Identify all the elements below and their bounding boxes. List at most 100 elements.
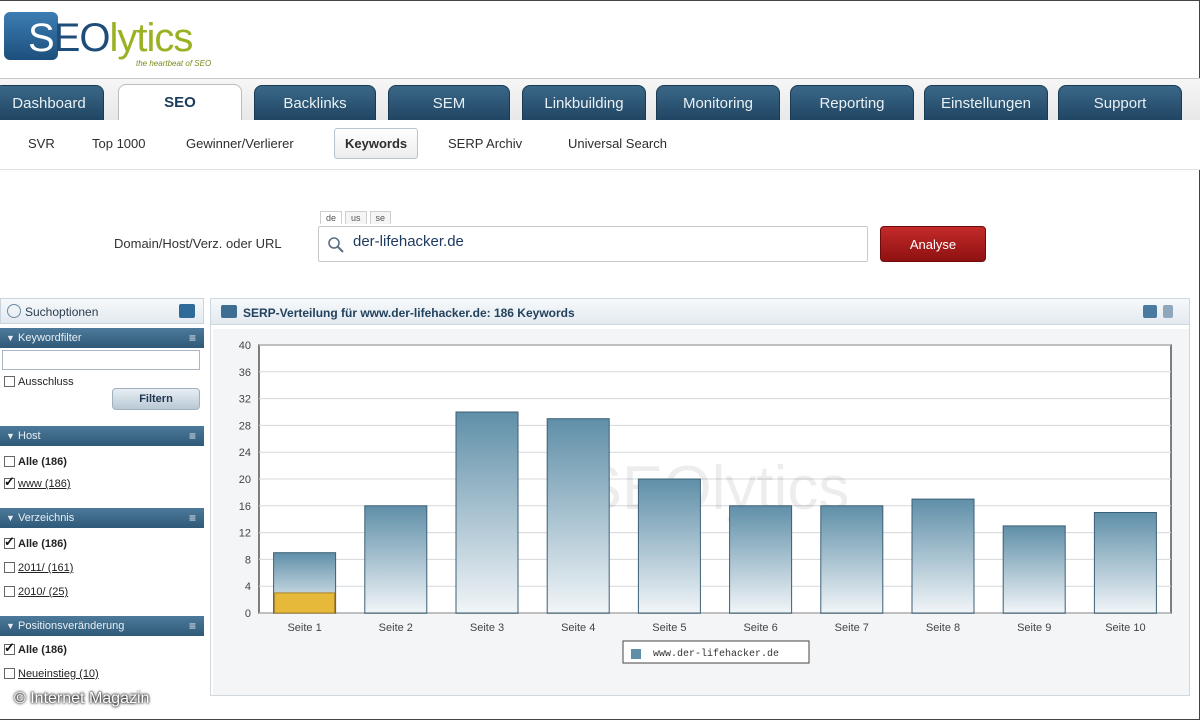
- copyright-watermark: © Internet Magazin: [14, 690, 150, 707]
- menu-icon[interactable]: ≡: [189, 508, 196, 528]
- tab-dashboard[interactable]: Dashboard: [0, 85, 104, 121]
- dir-option-label: 2011/ (161): [18, 562, 74, 574]
- y-tick-label: 4: [245, 581, 251, 593]
- bar: [546, 418, 610, 614]
- dir-option-2010[interactable]: 2010/ (25): [4, 586, 68, 598]
- sidebar-search-options: Suchoptionen ▼ Keywordfilter ≡ Ausschlus…: [0, 298, 204, 708]
- x-tick-label: Seite 3: [470, 622, 504, 634]
- search-field[interactable]: [318, 226, 868, 262]
- tab-seo[interactable]: SEO: [118, 84, 242, 122]
- edit-icon[interactable]: [1163, 305, 1173, 318]
- exclude-checkbox-row[interactable]: Ausschluss: [4, 376, 74, 388]
- options-icon: [7, 304, 21, 318]
- lang-tab-se[interactable]: se: [369, 211, 392, 224]
- collapse-arrow-icon: ▼: [6, 333, 15, 343]
- host-option-label: www (186): [18, 478, 71, 490]
- panel-host[interactable]: ▼ Host ≡: [0, 426, 204, 446]
- serp-chart-panel: SERP-Verteilung für www.der-lifehacker.d…: [210, 298, 1190, 696]
- host-option-www[interactable]: www (186): [4, 474, 71, 490]
- bar: [911, 498, 975, 614]
- filter-button[interactable]: Filtern: [112, 388, 200, 410]
- x-tick-label: Seite 1: [287, 622, 321, 634]
- tab-backlinks[interactable]: Backlinks: [254, 85, 376, 121]
- chart-icon: [221, 305, 237, 318]
- x-tick-label: Seite 10: [1105, 622, 1145, 634]
- panel-verzeichnis[interactable]: ▼ Verzeichnis ≡: [0, 508, 204, 528]
- language-tabs: de us se: [320, 210, 394, 224]
- chart-area: 0 4 8 12 16 20 24 28 32 36 40 SEOlytics Seite 1 Seite…: [213, 329, 1189, 695]
- exclude-label: Ausschluss: [18, 376, 74, 388]
- tab-einstellungen[interactable]: Einstellungen: [924, 85, 1048, 121]
- subnav-universal-search[interactable]: Universal Search: [568, 136, 667, 151]
- bar-highlight-segment: [274, 592, 336, 614]
- logo-text: SEOlytics: [28, 16, 193, 60]
- tab-support[interactable]: Support: [1058, 85, 1182, 121]
- checkbox[interactable]: [4, 456, 15, 467]
- subnav-gewinner-verlierer[interactable]: Gewinner/Verlierer: [186, 136, 294, 151]
- y-tick-label: 16: [239, 501, 251, 513]
- lang-tab-us[interactable]: us: [345, 211, 367, 224]
- serp-bar-chart: 0 4 8 12 16 20 24 28 32 36 40 SEOlytics Seite 1 Seite…: [239, 340, 1172, 664]
- subnav-serp-archiv[interactable]: SERP Archiv: [448, 136, 522, 151]
- checkbox[interactable]: [4, 562, 15, 573]
- panel-keywordfilter[interactable]: ▼ Keywordfilter ≡: [0, 328, 204, 348]
- y-tick-label: 0: [245, 608, 251, 620]
- bar: [820, 505, 884, 614]
- pos-option-neueinstieg[interactable]: Neueinstieg (10): [4, 668, 99, 680]
- panel-positionsveraenderung[interactable]: ▼ Positionsveränderung ≡: [0, 616, 204, 636]
- bar: [637, 478, 701, 614]
- bar: [1093, 512, 1157, 614]
- x-tick-label: Seite 5: [652, 622, 686, 634]
- sidebar-title: Suchoptionen: [25, 305, 99, 319]
- checkbox[interactable]: [4, 534, 15, 550]
- menu-icon[interactable]: ≡: [189, 616, 196, 636]
- export-icon[interactable]: [1143, 305, 1157, 318]
- pos-option-label: Alle (186): [18, 644, 67, 656]
- checkbox[interactable]: [4, 640, 15, 656]
- y-tick-label: 40: [239, 340, 251, 352]
- tab-linkbuilding[interactable]: Linkbuilding: [522, 85, 646, 121]
- analyse-button[interactable]: Analyse: [880, 226, 986, 262]
- panel-verzeichnis-title: Verzeichnis: [18, 512, 75, 524]
- bar: [729, 505, 793, 614]
- collapse-arrow-icon: ▼: [6, 621, 15, 631]
- seolytics-logo[interactable]: SEOlytics the heartbeat of SEO: [4, 12, 264, 68]
- keyword-filter-input[interactable]: [2, 350, 200, 370]
- lang-tab-de[interactable]: de: [320, 211, 343, 224]
- checkbox[interactable]: [4, 668, 15, 679]
- y-tick-label: 20: [239, 474, 251, 486]
- tab-reporting[interactable]: Reporting: [790, 85, 914, 121]
- x-tick-label: Seite 8: [926, 622, 960, 634]
- subnav-top1000[interactable]: Top 1000: [92, 136, 146, 151]
- search-label: Domain/Host/Verz. oder URL: [114, 236, 282, 251]
- checkbox[interactable]: [4, 474, 15, 490]
- header: SEOlytics the heartbeat of SEO: [0, 6, 1200, 76]
- sub-nav: SVR Top 1000 Gewinner/Verlierer Keywords…: [0, 120, 1200, 170]
- checkbox[interactable]: [4, 586, 15, 597]
- search-input[interactable]: [353, 233, 853, 250]
- main-nav: Dashboard SEO Backlinks SEM Linkbuilding…: [0, 78, 1200, 122]
- x-tick-label: Seite 7: [835, 622, 869, 634]
- host-option-label: Alle (186): [18, 456, 67, 468]
- y-tick-label: 8: [245, 554, 251, 566]
- y-tick-label: 28: [239, 420, 251, 432]
- menu-icon[interactable]: ≡: [189, 328, 196, 348]
- bar: [1002, 525, 1066, 614]
- subnav-keywords[interactable]: Keywords: [334, 128, 419, 159]
- y-tick-label: 36: [239, 367, 251, 379]
- host-option-all[interactable]: Alle (186): [4, 456, 67, 468]
- dir-option-all[interactable]: Alle (186): [4, 534, 67, 550]
- chart-panel-title: SERP-Verteilung für www.der-lifehacker.d…: [243, 306, 575, 320]
- tab-sem[interactable]: SEM: [388, 85, 510, 121]
- refresh-icon[interactable]: [179, 304, 195, 318]
- x-tick-label: Seite 6: [743, 622, 777, 634]
- menu-icon[interactable]: ≡: [189, 426, 196, 446]
- exclude-checkbox[interactable]: [4, 376, 15, 387]
- panel-position-title: Positionsveränderung: [18, 620, 125, 632]
- y-tick-label: 24: [239, 447, 251, 459]
- tab-monitoring[interactable]: Monitoring: [656, 85, 780, 121]
- pos-option-all[interactable]: Alle (186): [4, 640, 67, 656]
- subnav-svr[interactable]: SVR: [28, 136, 55, 151]
- dir-option-2011[interactable]: 2011/ (161): [4, 562, 73, 574]
- bar: [364, 505, 428, 614]
